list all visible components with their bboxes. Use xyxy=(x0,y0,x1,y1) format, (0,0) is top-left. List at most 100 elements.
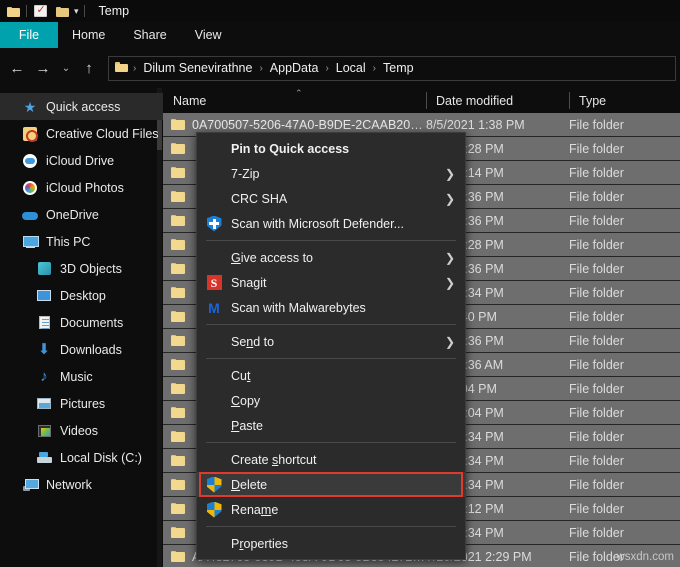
column-header-date-modified[interactable]: Date modified xyxy=(426,88,569,113)
row-type-cell: File folder xyxy=(569,334,680,348)
sidebar-item-documents[interactable]: Documents xyxy=(0,309,163,336)
music-icon: ♪ xyxy=(36,369,52,385)
sidebar-item-creative-cloud-files[interactable]: Creative Cloud Files xyxy=(0,120,163,147)
sidebar-item-desktop[interactable]: Desktop xyxy=(0,282,163,309)
menu-separator xyxy=(206,240,456,241)
sidebar-item-downloads[interactable]: ⬇Downloads xyxy=(0,336,163,363)
row-type-cell: File folder xyxy=(569,382,680,396)
menu-item-label: Pin to Quick access xyxy=(231,142,465,156)
row-type-cell: File folder xyxy=(569,430,680,444)
row-name-cell: 0A700507-5206-47A0-B9DE-2CAAB208D4... xyxy=(163,118,426,132)
row-type-cell: File folder xyxy=(569,262,680,276)
row-type-cell: File folder xyxy=(569,238,680,252)
sidebar-item-label: Pictures xyxy=(60,397,105,411)
menu-item-label: Scan with Malwarebytes xyxy=(231,301,465,315)
menu-item-create-shortcut[interactable]: Create shortcut xyxy=(197,447,465,472)
menu-item-paste[interactable]: Paste xyxy=(197,413,465,438)
menu-item-crc-sha[interactable]: CRC SHA❯ xyxy=(197,186,465,211)
breadcrumb-separator-2: › xyxy=(322,63,331,74)
folder-icon xyxy=(171,287,185,299)
chevron-down-icon[interactable]: ▾ xyxy=(74,6,79,17)
forward-button[interactable]: → xyxy=(30,55,56,81)
menu-icon-placeholder xyxy=(205,165,223,183)
row-type-cell: File folder xyxy=(569,454,680,468)
folder-icon xyxy=(5,3,21,19)
menu-icon-placeholder xyxy=(205,392,223,410)
sidebar-item-network[interactable]: Network xyxy=(0,471,163,498)
up-button[interactable]: ↑ xyxy=(76,55,102,81)
titlebar-divider-2 xyxy=(84,5,85,17)
menu-separator xyxy=(206,358,456,359)
ribbon-tabs: File Home Share View xyxy=(0,22,680,48)
checklist-icon[interactable] xyxy=(32,3,48,19)
tab-share[interactable]: Share xyxy=(119,22,180,48)
sidebar-item-videos[interactable]: Videos xyxy=(0,417,163,444)
menu-item-copy[interactable]: Copy xyxy=(197,388,465,413)
menu-item-rename[interactable]: Rename xyxy=(197,497,465,522)
menu-item-cut[interactable]: Cut xyxy=(197,363,465,388)
sidebar-item-pictures[interactable]: Pictures xyxy=(0,390,163,417)
menu-separator xyxy=(206,526,456,527)
sidebar-item-music[interactable]: ♪Music xyxy=(0,363,163,390)
uac-shield-icon xyxy=(205,501,223,519)
column-header-type[interactable]: Type xyxy=(569,88,680,113)
menu-item-pin-to-quick-access[interactable]: Pin to Quick access xyxy=(197,136,465,161)
sidebar-item-onedrive[interactable]: OneDrive xyxy=(0,201,163,228)
folder-icon xyxy=(171,311,185,323)
tab-view[interactable]: View xyxy=(181,22,236,48)
menu-item-label: Paste xyxy=(231,419,465,433)
new-folder-icon[interactable] xyxy=(54,3,70,19)
malwarebytes-icon: M xyxy=(205,299,223,317)
pictures-icon xyxy=(36,396,52,412)
breadcrumb-item-temp[interactable]: Temp xyxy=(379,61,418,75)
breadcrumb-item-appdata[interactable]: AppData xyxy=(266,61,323,75)
breadcrumb-separator-0: › xyxy=(130,63,139,74)
folder-icon xyxy=(171,527,185,539)
menu-item-label: CRC SHA xyxy=(231,192,445,206)
menu-item-give-access-to[interactable]: Give access to❯ xyxy=(197,245,465,270)
submenu-arrow-icon: ❯ xyxy=(445,251,455,265)
watermark: wsxdn.com xyxy=(616,551,674,563)
sidebar-item-quick-access[interactable]: ★Quick access xyxy=(0,93,163,120)
sidebar-item-label: This PC xyxy=(46,235,90,249)
row-type-cell: File folder xyxy=(569,310,680,324)
breadcrumb-item-user[interactable]: Dilum Senevirathne xyxy=(139,61,256,75)
submenu-arrow-icon: ❯ xyxy=(445,276,455,290)
tab-file[interactable]: File xyxy=(0,22,58,48)
breadcrumb-item-local[interactable]: Local xyxy=(332,61,370,75)
sidebar-item-3d-objects[interactable]: 3D Objects xyxy=(0,255,163,282)
row-type-cell: File folder xyxy=(569,118,680,132)
folder-icon xyxy=(171,263,185,275)
folder-icon xyxy=(171,335,185,347)
sidebar-item-this-pc[interactable]: This PC xyxy=(0,228,163,255)
menu-item-scan-with-malwarebytes[interactable]: M Scan with Malwarebytes xyxy=(197,295,465,320)
column-header-name[interactable]: Name ⌃ xyxy=(163,88,426,113)
folder-icon xyxy=(171,455,185,467)
submenu-arrow-icon: ❯ xyxy=(445,167,455,181)
back-button[interactable]: ← xyxy=(4,55,30,81)
icloud-photos-icon xyxy=(22,180,38,196)
tab-home[interactable]: Home xyxy=(58,22,119,48)
breadcrumb-folder-icon xyxy=(115,59,128,77)
videos-icon xyxy=(36,423,52,439)
menu-item-snagit[interactable]: SSnagit❯ xyxy=(197,270,465,295)
row-type-cell: File folder xyxy=(569,142,680,156)
breadcrumb[interactable]: › Dilum Senevirathne › AppData › Local ›… xyxy=(108,56,676,81)
recent-locations-button[interactable]: ⌄ xyxy=(56,55,76,81)
column-header-name-label: Name xyxy=(163,94,206,108)
menu-item-label: Give access to xyxy=(231,251,445,265)
menu-item-properties[interactable]: Properties xyxy=(197,531,465,556)
menu-item-label: 7-Zip xyxy=(231,167,445,181)
sidebar-item-label: OneDrive xyxy=(46,208,99,222)
address-bar: ← → ⌄ ↑ › Dilum Senevirathne › AppData ›… xyxy=(0,48,680,88)
folder-icon xyxy=(171,479,185,491)
menu-item-scan-with-microsoft-defender[interactable]: Scan with Microsoft Defender... xyxy=(197,211,465,236)
sidebar-item-label: Documents xyxy=(60,316,123,330)
menu-item-delete[interactable]: Delete xyxy=(197,472,465,497)
sidebar-item-local-disk-c[interactable]: Local Disk (C:) xyxy=(0,444,163,471)
menu-item-7-zip[interactable]: 7-Zip❯ xyxy=(197,161,465,186)
sidebar-item-icloud-drive[interactable]: iCloud Drive xyxy=(0,147,163,174)
sidebar-item-label: iCloud Drive xyxy=(46,154,114,168)
menu-item-send-to[interactable]: Send to❯ xyxy=(197,329,465,354)
sidebar-item-icloud-photos[interactable]: iCloud Photos xyxy=(0,174,163,201)
